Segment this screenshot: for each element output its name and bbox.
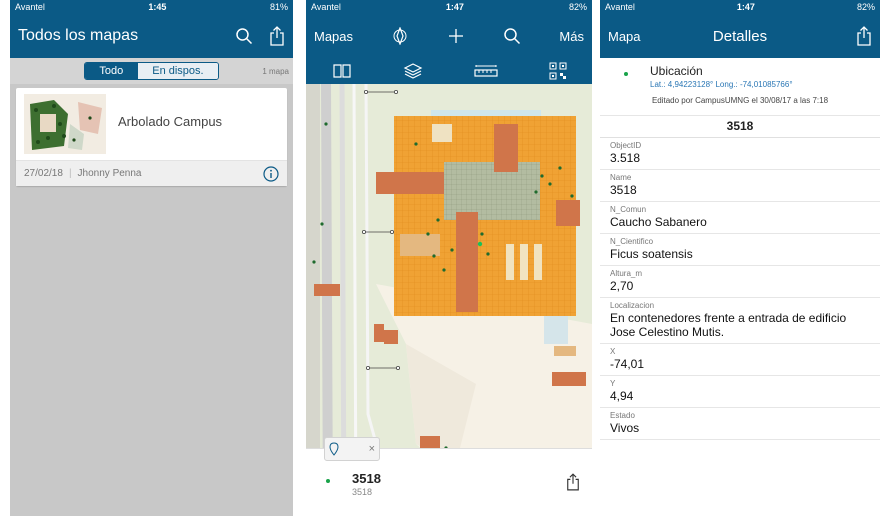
feature-callout[interactable]: × 3518 3518 xyxy=(306,437,592,516)
attribute-field: Y 4,94 xyxy=(600,376,880,408)
clock: 1:45 xyxy=(148,2,167,12)
attribute-label: Y xyxy=(610,379,616,388)
page-title: Todos los mapas xyxy=(18,27,139,44)
attribute-label: Localizacion xyxy=(610,301,655,310)
close-button[interactable]: × xyxy=(369,443,375,455)
search-icon[interactable] xyxy=(503,27,521,45)
pin-icon[interactable] xyxy=(329,442,339,456)
book-icon[interactable] xyxy=(332,63,352,79)
map-toolbar xyxy=(306,58,592,84)
status-bar: Avantel 1:45 81% xyxy=(10,0,293,14)
attribute-value: 3518 xyxy=(610,183,637,197)
info-icon[interactable] xyxy=(263,165,279,182)
attribute-field: Altura_m 2,70 xyxy=(600,266,880,298)
attribute-value: Ficus soatensis xyxy=(610,247,693,261)
navigation-bar: Mapas Más xyxy=(306,14,592,58)
map-card-date: 27/02/18 xyxy=(24,168,63,179)
carrier: Avantel xyxy=(15,2,45,12)
map-card[interactable]: Arbolado Campus 27/02/18 | Jhonny Penna xyxy=(16,88,287,186)
attribute-label: Altura_m xyxy=(610,269,643,278)
map-card-title: Arbolado Campus xyxy=(118,114,223,129)
map-thumbnail xyxy=(24,94,106,154)
battery: 82% xyxy=(856,2,875,12)
filter-row: Todo En dispos. 1 mapa xyxy=(10,58,293,84)
attribute-label: X xyxy=(610,347,616,356)
attribute-label: ObjectID xyxy=(610,141,642,150)
carrier: Avantel xyxy=(311,2,341,12)
measure-icon[interactable] xyxy=(473,64,498,78)
navigation-bar: Todos los mapas xyxy=(10,14,293,58)
more-button[interactable]: Más xyxy=(559,29,584,44)
attribute-field: N_Cientifico Ficus soatensis xyxy=(600,234,880,266)
location-point-icon xyxy=(624,72,628,76)
search-icon[interactable] xyxy=(235,27,253,45)
attribute-value: Vivos xyxy=(610,421,640,435)
attribute-list: ObjectID 3.518 Name 3518 N_Comun Caucho Sab… xyxy=(600,138,880,440)
qr-icon[interactable] xyxy=(549,62,567,80)
record-id: 3518 xyxy=(600,116,880,138)
location-section: Ubicación Lat.: 4,94223128° Long.: -74,0… xyxy=(600,58,880,116)
status-bar: Avantel 1:47 82% xyxy=(600,0,880,14)
status-bar: Avantel 1:47 82% xyxy=(306,0,592,14)
attribute-field: N_Comun Caucho Sabanero xyxy=(600,202,880,234)
compass-icon[interactable] xyxy=(391,27,409,45)
edit-info: Editado por CampusUMNG el 30/08/17 a las… xyxy=(651,96,829,105)
battery: 82% xyxy=(568,2,587,12)
navigation-bar: Detalles Mapa xyxy=(600,14,880,58)
attribute-value: 2,70 xyxy=(610,279,634,293)
attribute-value: -74,01 xyxy=(610,357,645,371)
attribute-label: N_Comun xyxy=(610,205,647,214)
filter-segmented-control: Todo En dispos. xyxy=(84,62,219,80)
attribute-value: 3.518 xyxy=(610,151,641,165)
maps-list-screen: Avantel 1:45 81% Todos los mapas Todo En… xyxy=(10,0,293,516)
location-coordinates[interactable]: Lat.: 4,94223128° Long.: -74,01085766° xyxy=(650,80,793,89)
attribute-label: Estado xyxy=(610,411,635,420)
callout-subtitle: 3518 xyxy=(352,487,373,497)
map-screen: Avantel 1:47 82% Mapas Más × 3518 3518 xyxy=(306,0,592,516)
share-icon[interactable] xyxy=(566,473,580,491)
page-title: Detalles xyxy=(712,27,768,45)
attribute-field: X -74,01 xyxy=(600,344,880,376)
carrier: Avantel xyxy=(605,2,635,12)
attribute-field: Name 3518 xyxy=(600,170,880,202)
layers-icon[interactable] xyxy=(403,62,423,80)
clock: 1:47 xyxy=(445,2,464,12)
details-screen: Avantel 1:47 82% Detalles Mapa Ubicación… xyxy=(600,0,880,516)
clock: 1:47 xyxy=(736,2,755,12)
callout-title: 3518 xyxy=(352,471,381,486)
feature-point-icon xyxy=(326,479,330,483)
attribute-value: 4,94 xyxy=(610,389,634,403)
attribute-value: Caucho Sabanero xyxy=(610,215,707,229)
filter-all-tab[interactable]: Todo xyxy=(85,63,138,79)
attribute-value: En contenedores frente a entrada de edif… xyxy=(610,311,847,339)
add-icon[interactable] xyxy=(447,27,465,45)
battery: 81% xyxy=(269,2,288,12)
attribute-label: Name xyxy=(610,173,632,182)
map-card-footer: 27/02/18 | Jhonny Penna xyxy=(16,160,287,186)
attribute-field: ObjectID 3.518 xyxy=(600,138,880,170)
share-icon[interactable] xyxy=(269,26,285,46)
location-title: Ubicación xyxy=(650,64,703,78)
map-card-author: Jhonny Penna xyxy=(77,168,142,179)
map-count: 1 mapa xyxy=(262,66,289,76)
filter-available-tab[interactable]: En dispos. xyxy=(137,63,218,79)
attribute-label: N_Cientifico xyxy=(610,237,654,246)
maps-back-button[interactable]: Mapas xyxy=(314,29,353,44)
callout-tab: × xyxy=(324,437,380,461)
divider: | xyxy=(68,168,72,179)
attribute-field: Estado Vivos xyxy=(600,408,880,440)
attribute-field: Localizacion En contenedores frente a ent… xyxy=(600,298,880,344)
